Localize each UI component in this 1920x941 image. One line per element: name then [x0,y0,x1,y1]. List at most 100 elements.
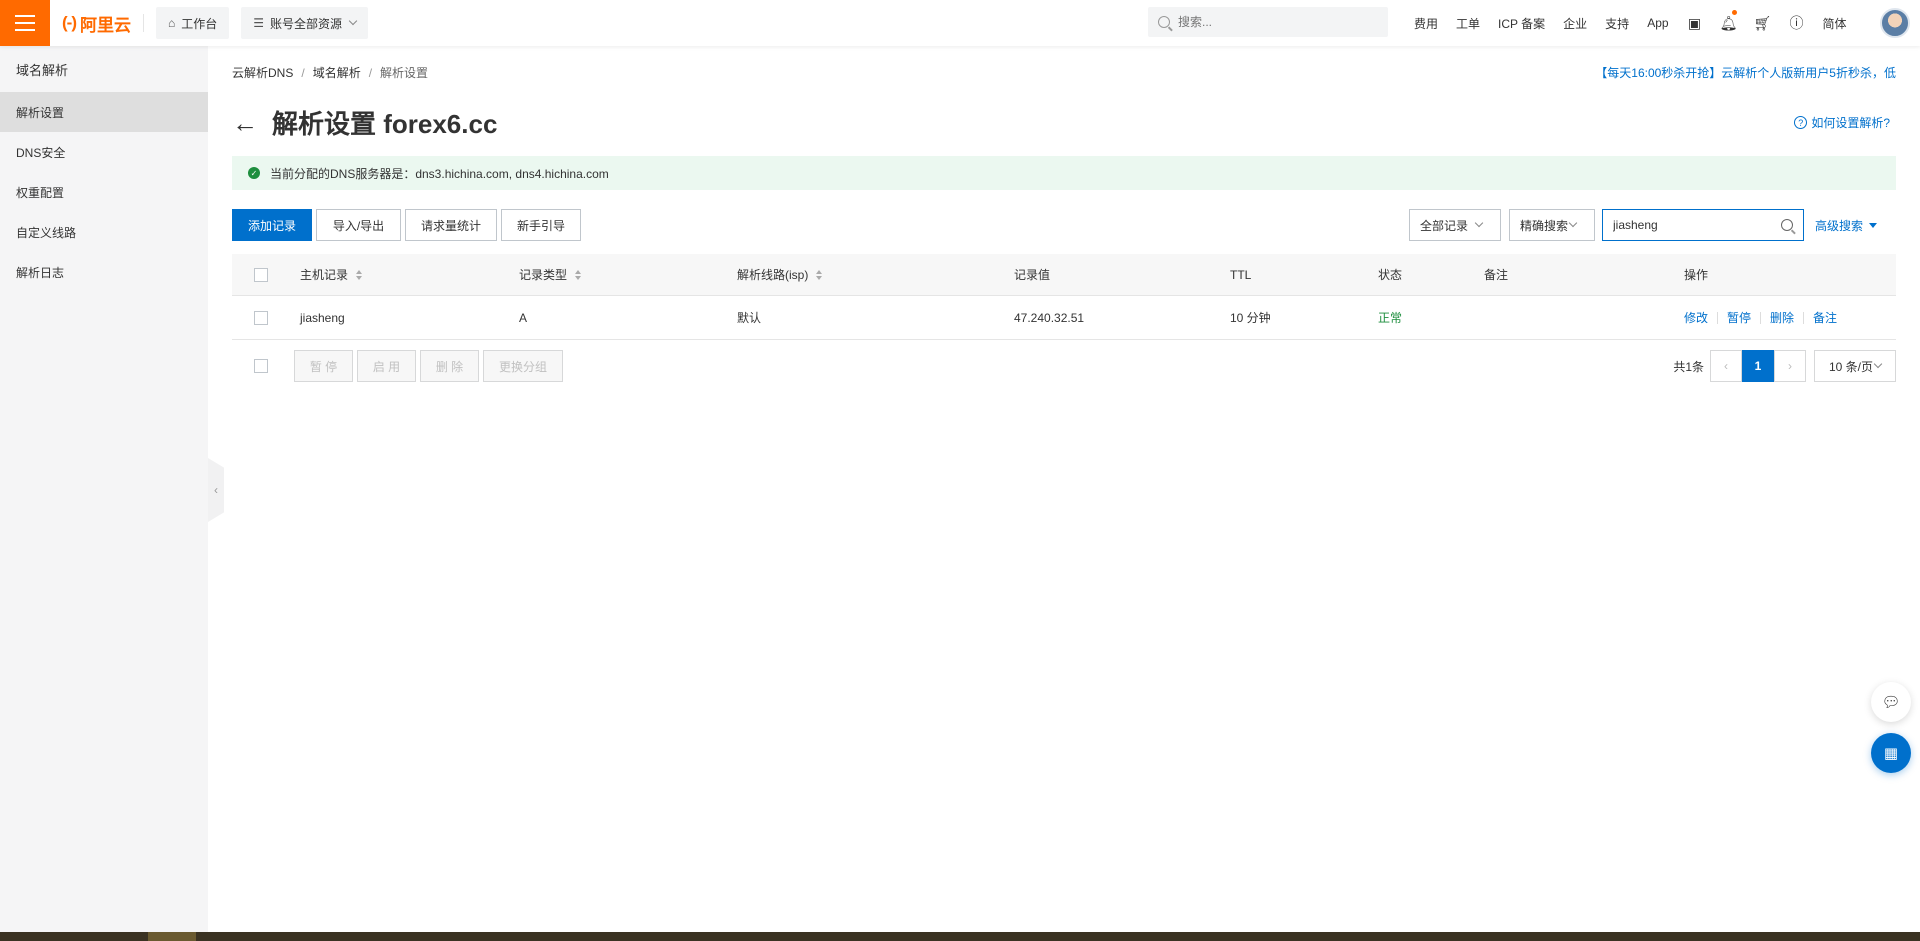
sidebar-collapse-handle[interactable]: ‹ [208,458,224,522]
check-circle-icon: ✓ [248,167,260,179]
record-filter-value: 全部记录 [1420,218,1469,233]
col-remark: 备注 [1484,268,1509,282]
sort-icon[interactable] [356,269,363,280]
resources-dropdown[interactable]: ☰ 账号全部资源 [241,7,369,39]
pause-link[interactable]: 暂停 [1727,309,1751,326]
workbench-button[interactable]: ⌂ 工作台 [155,7,230,39]
pagination: 共1条 ‹ 1 › 10 条/页 [1673,350,1896,382]
record-search-box[interactable] [1602,209,1804,241]
bulk-pause-button[interactable]: 暂 停 [294,350,353,382]
bulk-delete-button[interactable]: 删 除 [420,350,479,382]
chat-icon: 💬︎ [1881,694,1901,711]
chevron-right-icon: › [1788,359,1792,373]
sidebar-item-dns-security[interactable]: DNS安全 [0,132,208,172]
sidebar-item-dns-settings[interactable]: 解析设置 [0,92,208,132]
add-record-button[interactable]: 添加记录 [232,209,312,241]
top-link-enterprise[interactable]: 企业 [1554,15,1596,32]
menu-icon[interactable] [0,0,50,46]
row-checkbox[interactable] [254,310,268,325]
page-title: 解析设置 forex6.cc [272,109,498,139]
request-stats-button[interactable]: 请求量统计 [405,209,497,241]
search-icon[interactable] [1781,219,1793,231]
col-line[interactable]: 解析线路(isp) [737,254,823,295]
back-arrow-icon[interactable]: ← [232,110,258,136]
top-link-icp[interactable]: ICP 备案 [1489,15,1554,32]
apps-grid-icon: ▦ [1883,745,1899,762]
top-link-support[interactable]: 支持 [1596,15,1638,32]
records-toolbar: 添加记录 导入/导出 请求量统计 新手引导 全部记录 精确搜索 高级搜索 [232,209,1896,241]
feedback-button[interactable]: 💬︎ [1871,682,1911,722]
top-link-billing[interactable]: 费用 [1405,15,1447,32]
language-switch[interactable]: 简体 [1814,15,1856,32]
col-host-label: 主机记录 [300,268,349,282]
chevron-down-icon [1568,218,1578,228]
import-export-button[interactable]: 导入/导出 [316,209,401,241]
guide-button[interactable]: 新手引导 [501,209,581,241]
search-mode-select[interactable]: 精确搜索 [1509,209,1595,241]
sort-icon[interactable] [575,269,582,280]
global-search-input[interactable] [1178,15,1368,29]
terminal-icon[interactable]: ▣ [1678,0,1712,46]
bulk-enable-button[interactable]: 启 用 [357,350,416,382]
breadcrumb-current: 解析设置 [380,66,429,80]
sidebar: 域名解析 解析设置 DNS安全 权重配置 自定义线路 解析日志 [0,46,208,932]
breadcrumb: 云解析DNS / 域名解析 / 解析设置 [232,64,428,81]
breadcrumb-domain[interactable]: 域名解析 [313,64,361,81]
table-header: 主机记录 记录类型 解析线路(isp) 记录值 TTL 状态 备注 操作 [232,254,1896,296]
top-link-app[interactable]: App [1638,16,1677,30]
page-size-select[interactable]: 10 条/页 [1814,350,1896,382]
records-table: 主机记录 记录类型 解析线路(isp) 记录值 TTL 状态 备注 操作 jia… [232,254,1896,340]
logo-text: 阿里云 [79,15,131,35]
bell-icon[interactable]: 🔔︎ [1712,0,1746,46]
sort-icon[interactable] [816,269,823,280]
advanced-search-link[interactable]: 高级搜索 [1815,209,1878,241]
global-search[interactable] [1148,7,1388,37]
cell-type: A [519,310,528,325]
remark-link[interactable]: 备注 [1813,309,1837,326]
row-actions: 修改 暂停 删除 备注 [1684,296,1837,339]
prev-page-button[interactable]: ‹ [1710,350,1742,382]
edit-link[interactable]: 修改 [1684,309,1708,326]
select-all-checkbox[interactable] [254,267,268,282]
help-icon[interactable]: ⓘ [1780,0,1814,46]
cell-ttl: 10 分钟 [1230,311,1271,325]
aliyun-logo[interactable]: (-) 阿里云 [50,0,143,46]
record-search-input[interactable] [1613,218,1763,232]
advanced-search-label: 高级搜索 [1815,218,1864,233]
col-host[interactable]: 主机记录 [300,254,363,295]
table-row: jiasheng A 默认 47.240.32.51 10 分钟 正常 修改 暂… [232,296,1896,340]
cell-value: 47.240.32.51 [1014,310,1085,325]
taskbar-item[interactable] [148,932,196,941]
change-group-button[interactable]: 更换分组 [483,350,563,382]
sidebar-item-dns-log[interactable]: 解析日志 [0,252,208,292]
chevron-down-icon [1474,218,1484,228]
next-page-button[interactable]: › [1774,350,1806,382]
breadcrumb-dns[interactable]: 云解析DNS [232,64,293,81]
promo-banner[interactable]: 【每天16:00秒杀开抢】云解析个人版新用户5折秒杀，低 [1595,64,1896,81]
sidebar-item-weight-config[interactable]: 权重配置 [0,172,208,212]
page-number[interactable]: 1 [1742,350,1774,382]
sidebar-item-custom-line[interactable]: 自定义线路 [0,212,208,252]
col-type[interactable]: 记录类型 [519,254,582,295]
notice-text: 当前分配的DNS服务器是：dns3.hichina.com, dns4.hich… [270,166,609,181]
home-icon: ⌂ [167,16,176,30]
chevron-left-icon: ‹ [1724,359,1728,373]
cell-line: 默认 [737,311,762,325]
help-link[interactable]: ? 如何设置解析? [1794,114,1890,131]
dns-server-notice: ✓ 当前分配的DNS服务器是：dns3.hichina.com, dns4.hi… [232,156,1896,190]
cell-host: jiasheng [300,310,345,325]
user-avatar[interactable] [1880,8,1910,38]
status-badge: 正常 [1378,311,1403,325]
col-status: 状态 [1378,268,1403,282]
caret-down-icon [1869,222,1878,228]
bulk-select-checkbox[interactable] [254,359,268,373]
divider [1803,311,1805,324]
os-taskbar [0,932,1920,941]
top-link-tickets[interactable]: 工单 [1447,15,1489,32]
top-links: 费用 工单 ICP 备案 企业 支持 App ▣ 🔔︎ 🛒︎ ⓘ 简体 [1405,0,1856,46]
record-filter-select[interactable]: 全部记录 [1409,209,1501,241]
cart-icon[interactable]: 🛒︎ [1746,0,1780,46]
delete-link[interactable]: 删除 [1770,309,1794,326]
quick-apps-button[interactable]: ▦ [1871,733,1911,773]
workbench-label: 工作台 [181,16,218,31]
